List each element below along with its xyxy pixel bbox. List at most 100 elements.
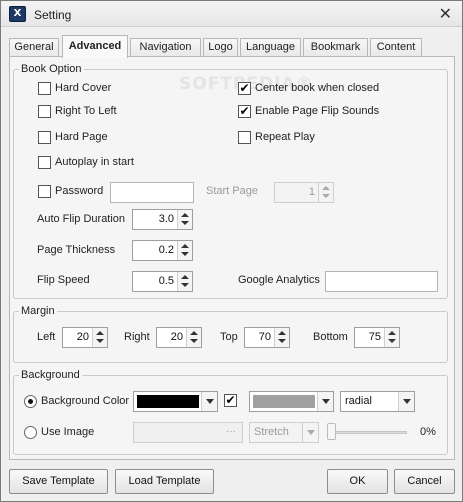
flip-speed-label: Flip Speed bbox=[37, 274, 90, 286]
margin-right-spin-buttons[interactable] bbox=[186, 328, 201, 347]
spin-down-icon[interactable] bbox=[181, 221, 189, 225]
start-page-value: 1 bbox=[308, 186, 315, 198]
opacity-slider-thumb[interactable] bbox=[327, 423, 336, 440]
spin-up-icon[interactable] bbox=[278, 331, 286, 335]
opacity-value: 0% bbox=[420, 426, 436, 438]
tab-bookmark[interactable]: Bookmark bbox=[303, 38, 368, 57]
image-path-input[interactable]: ··· bbox=[133, 422, 243, 443]
margin-left-value: 20 bbox=[76, 331, 89, 343]
spin-down-icon[interactable] bbox=[181, 252, 189, 256]
right-to-left-checkbox[interactable] bbox=[38, 105, 51, 118]
spin-down-icon[interactable] bbox=[388, 339, 396, 343]
spin-down-icon[interactable] bbox=[190, 339, 198, 343]
settings-dialog: X Setting ✕ General Advanced Navigation … bbox=[0, 0, 463, 502]
opacity-slider-track[interactable] bbox=[331, 431, 407, 434]
repeat-play-checkbox[interactable] bbox=[238, 131, 251, 144]
spin-down-icon[interactable] bbox=[96, 339, 104, 343]
spin-up-icon[interactable] bbox=[181, 275, 189, 279]
chevron-down-icon[interactable] bbox=[201, 392, 217, 411]
spin-up-icon[interactable] bbox=[181, 213, 189, 217]
flip-sounds-checkbox[interactable]: ✔ bbox=[238, 105, 251, 118]
password-label: Password bbox=[55, 185, 104, 197]
page-thickness-stepper[interactable]: 0.2 bbox=[132, 240, 193, 261]
load-template-button[interactable]: Load Template bbox=[115, 469, 214, 494]
auto-flip-spin-buttons[interactable] bbox=[177, 210, 192, 229]
margin-right-value: 20 bbox=[170, 331, 183, 343]
background-color2-picker[interactable] bbox=[249, 391, 334, 412]
margin-bottom-value: 75 bbox=[368, 331, 381, 343]
spin-up-icon[interactable] bbox=[322, 186, 330, 190]
book-option-label: Book Option bbox=[19, 63, 84, 75]
chevron-down-icon[interactable] bbox=[398, 392, 414, 411]
repeat-play-label: Repeat Play bbox=[255, 131, 315, 143]
google-analytics-input[interactable] bbox=[325, 271, 438, 292]
spin-down-icon[interactable] bbox=[278, 339, 286, 343]
tab-content[interactable]: Content bbox=[370, 38, 422, 57]
margin-bottom-label: Bottom bbox=[313, 331, 348, 343]
start-page-stepper[interactable]: 1 bbox=[274, 182, 334, 203]
margin-top-spin-buttons[interactable] bbox=[274, 328, 289, 347]
use-image-radio[interactable] bbox=[24, 426, 37, 439]
center-book-checkbox[interactable]: ✔ bbox=[238, 82, 251, 95]
spin-up-icon[interactable] bbox=[388, 331, 396, 335]
right-to-left-label: Right To Left bbox=[55, 105, 117, 117]
margin-right-label: Right bbox=[124, 331, 150, 343]
spin-down-icon[interactable] bbox=[322, 194, 330, 198]
page-thickness-spin-buttons[interactable] bbox=[177, 241, 192, 260]
window-title: Setting bbox=[34, 8, 72, 22]
chevron-down-icon[interactable] bbox=[317, 392, 333, 411]
margin-top-value: 70 bbox=[258, 331, 271, 343]
margin-bottom-stepper[interactable]: 75 bbox=[354, 327, 400, 348]
color1-swatch bbox=[137, 395, 199, 408]
hard-page-checkbox[interactable] bbox=[38, 131, 51, 144]
margin-top-stepper[interactable]: 70 bbox=[244, 327, 290, 348]
autoplay-label: Autoplay in start bbox=[55, 156, 134, 168]
margin-right-stepper[interactable]: 20 bbox=[156, 327, 202, 348]
tab-logo[interactable]: Logo bbox=[203, 38, 238, 57]
password-checkbox[interactable] bbox=[38, 185, 51, 198]
ok-button[interactable]: OK bbox=[327, 469, 388, 494]
password-input[interactable] bbox=[110, 182, 194, 203]
background-color-radio[interactable] bbox=[24, 395, 37, 408]
margin-bottom-spin-buttons[interactable] bbox=[384, 328, 399, 347]
auto-flip-duration-stepper[interactable]: 3.0 bbox=[132, 209, 193, 230]
gradient-type-value: radial bbox=[345, 395, 372, 407]
start-page-spin-buttons[interactable] bbox=[318, 183, 333, 202]
title-bar[interactable]: X Setting ✕ bbox=[1, 1, 462, 27]
save-template-button[interactable]: Save Template bbox=[9, 469, 108, 494]
image-mode-value: Stretch bbox=[254, 426, 289, 438]
tab-language[interactable]: Language bbox=[240, 38, 301, 57]
margin-left-spin-buttons[interactable] bbox=[92, 328, 107, 347]
cancel-button[interactable]: Cancel bbox=[394, 469, 455, 494]
app-icon: X bbox=[9, 6, 26, 22]
start-page-label: Start Page bbox=[206, 185, 258, 197]
chevron-down-icon[interactable] bbox=[302, 423, 318, 442]
spin-up-icon[interactable] bbox=[190, 331, 198, 335]
spin-up-icon[interactable] bbox=[96, 331, 104, 335]
tab-navigation[interactable]: Navigation bbox=[130, 38, 201, 57]
margin-label: Margin bbox=[19, 305, 57, 317]
margin-top-label: Top bbox=[220, 331, 238, 343]
hard-page-label: Hard Page bbox=[55, 131, 108, 143]
flip-speed-stepper[interactable]: 0.5 bbox=[132, 271, 193, 292]
gradient-type-select[interactable]: radial bbox=[340, 391, 415, 412]
tab-advanced[interactable]: Advanced bbox=[62, 35, 128, 58]
flip-sounds-label: Enable Page Flip Sounds bbox=[255, 105, 380, 117]
hard-cover-checkbox[interactable] bbox=[38, 82, 51, 95]
tab-general[interactable]: General bbox=[9, 38, 59, 57]
auto-flip-duration-value: 3.0 bbox=[158, 213, 174, 225]
flip-speed-spin-buttons[interactable] bbox=[177, 272, 192, 291]
color2-swatch bbox=[253, 395, 315, 408]
book-option-group: Book Option bbox=[13, 63, 448, 299]
spin-down-icon[interactable] bbox=[181, 283, 189, 287]
background-label: Background bbox=[19, 369, 82, 381]
close-icon[interactable]: ✕ bbox=[439, 4, 452, 23]
autoplay-checkbox[interactable] bbox=[38, 156, 51, 169]
margin-left-stepper[interactable]: 20 bbox=[62, 327, 108, 348]
browse-icon[interactable]: ··· bbox=[226, 426, 236, 437]
image-mode-select[interactable]: Stretch bbox=[249, 422, 319, 443]
background-group: Background bbox=[13, 369, 448, 455]
background-color1-picker[interactable] bbox=[133, 391, 218, 412]
spin-up-icon[interactable] bbox=[181, 244, 189, 248]
second-color-checkbox[interactable]: ✔ bbox=[224, 394, 237, 407]
